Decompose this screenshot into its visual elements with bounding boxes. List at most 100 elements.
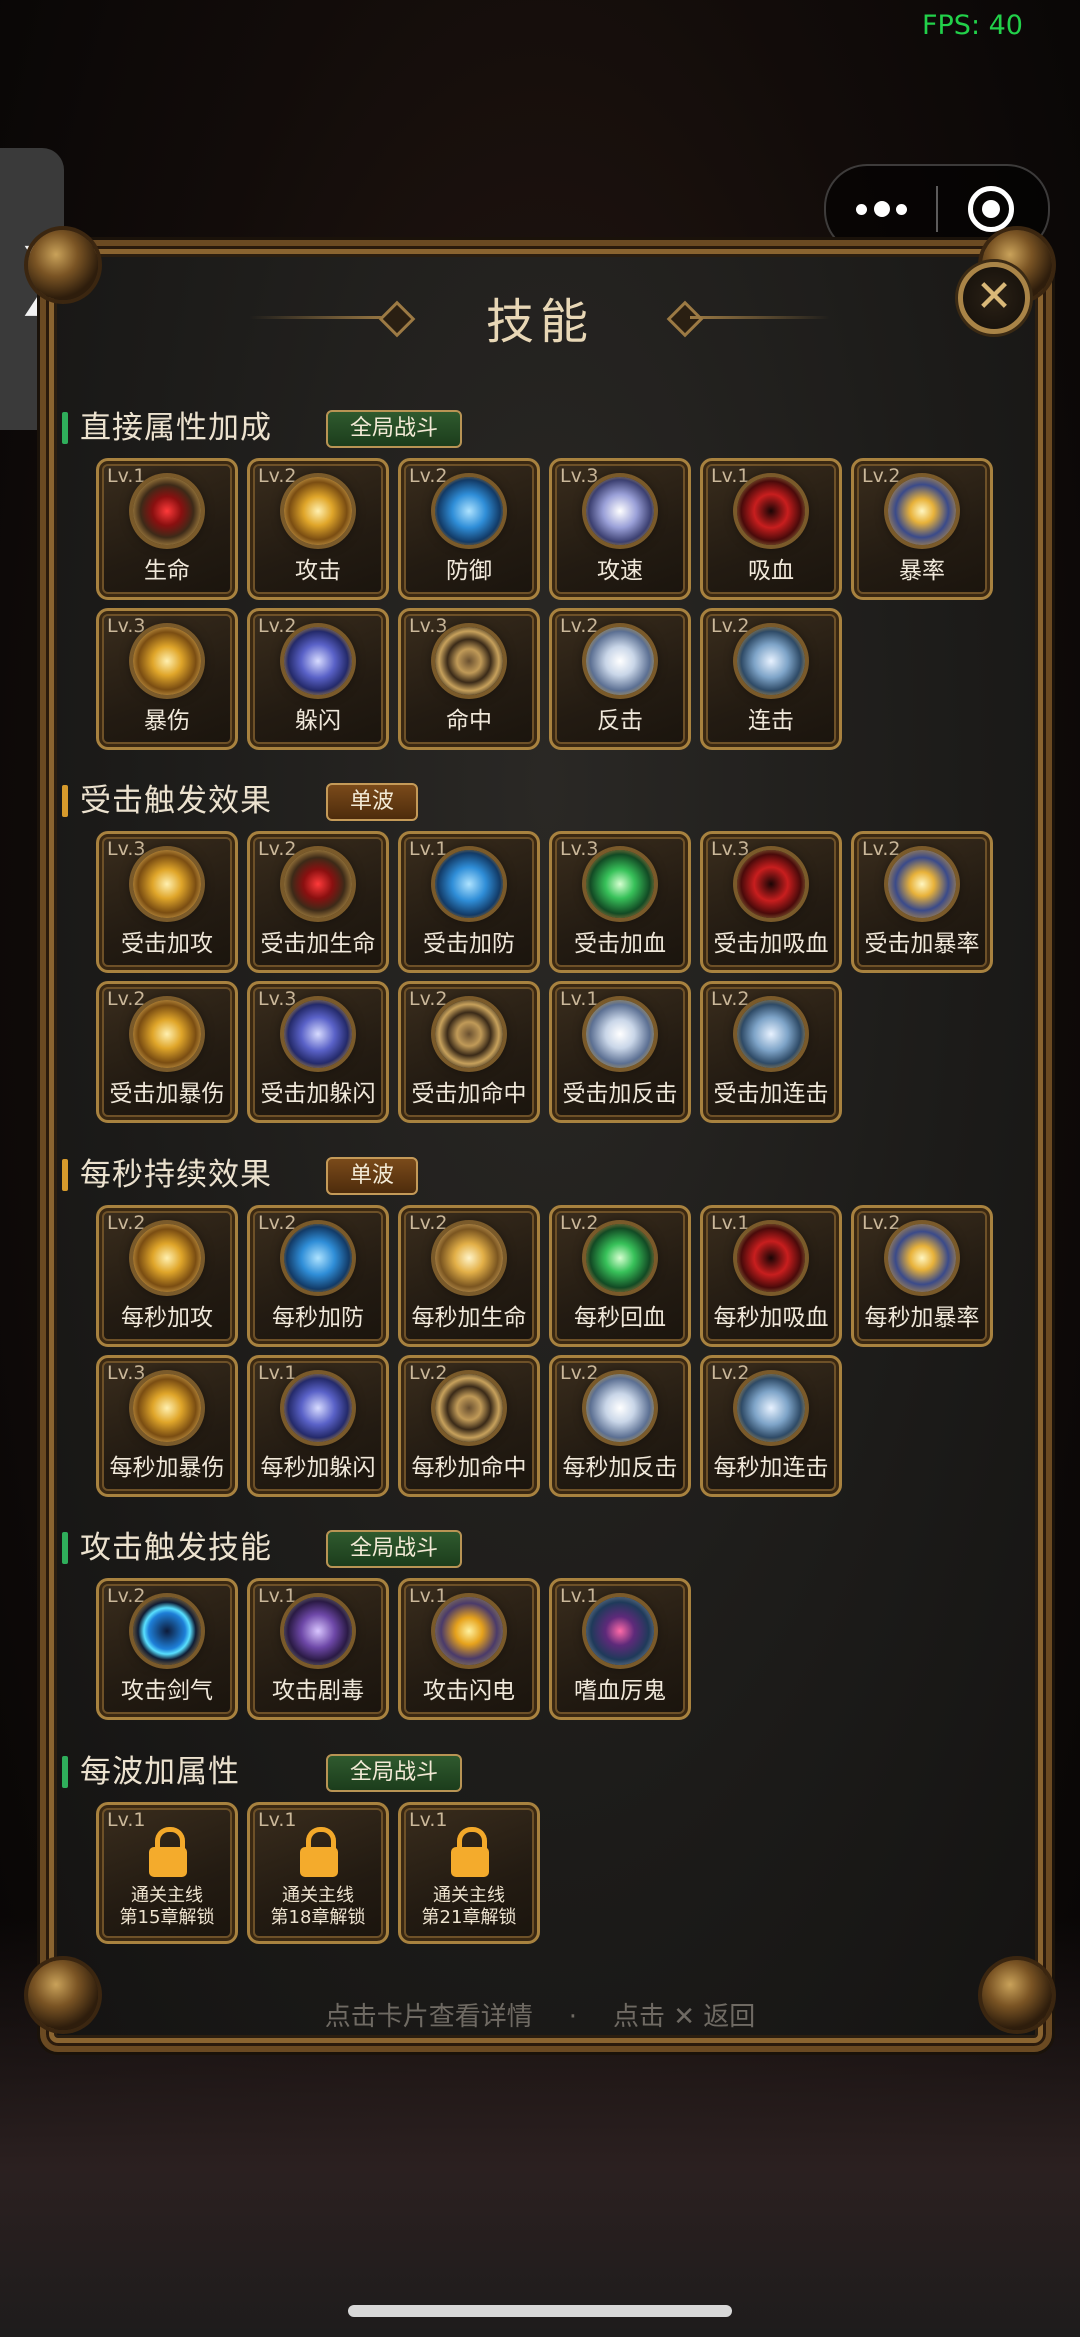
skill-icon — [586, 850, 654, 918]
skill-card[interactable]: Lv.1 受击加防 — [398, 831, 540, 973]
unlock-line-2: 第15章解锁 — [119, 1907, 215, 1928]
unlock-line-2: 第18章解锁 — [270, 1907, 366, 1928]
skill-icon — [284, 1597, 352, 1665]
skill-name: 攻击剧毒 — [272, 1678, 364, 1704]
skill-card[interactable]: Lv.1 攻击闪电 — [398, 1578, 540, 1720]
skill-card[interactable]: Lv.1 吸血 — [700, 458, 842, 600]
skill-icon — [435, 850, 503, 918]
skill-card[interactable]: Lv.2 反击 — [549, 608, 691, 750]
scope-badge: 全局战斗 — [326, 1530, 463, 1568]
skill-card[interactable]: Lv.1 生命 — [96, 458, 238, 600]
skill-level: Lv.3 — [560, 465, 599, 487]
skill-icon — [737, 477, 805, 545]
skill-card[interactable]: Lv.2 防御 — [398, 458, 540, 600]
section-title: 受击触发效果 — [80, 783, 272, 819]
lock-icon — [451, 1827, 489, 1877]
skill-name: 吸血 — [748, 558, 794, 584]
target-icon[interactable] — [968, 186, 1014, 232]
skill-card[interactable]: Lv.2 每秒加攻 — [96, 1205, 238, 1347]
locked-skill-card[interactable]: Lv.1 通关主线 第18章解锁 — [247, 1802, 389, 1944]
footer-separator: · — [568, 2002, 577, 2032]
skill-card[interactable]: Lv.2 每秒加暴率 — [851, 1205, 993, 1347]
unlock-condition: 通关主线 第21章解锁 — [401, 1885, 537, 1929]
skill-name: 受击加躲闪 — [260, 1081, 376, 1107]
skill-name: 受击加防 — [423, 931, 515, 957]
skill-card[interactable]: Lv.2 攻击 — [247, 458, 389, 600]
skill-level: Lv.3 — [409, 615, 448, 637]
skill-name: 躲闪 — [295, 708, 341, 734]
section-title: 直接属性加成 — [80, 410, 272, 446]
skill-name: 受击加血 — [574, 931, 666, 957]
scope-badge: 全局战斗 — [326, 1754, 463, 1792]
skill-icon — [133, 1374, 201, 1442]
capsule-divider — [936, 186, 938, 232]
skill-card[interactable]: Lv.1 每秒加吸血 — [700, 1205, 842, 1347]
skill-icon — [737, 1374, 805, 1442]
skill-name: 每秒加生命 — [411, 1305, 527, 1331]
skill-card[interactable]: Lv.2 受击加生命 — [247, 831, 389, 973]
skill-card[interactable]: Lv.3 攻速 — [549, 458, 691, 600]
skill-card[interactable]: Lv.2 攻击剑气 — [96, 1578, 238, 1720]
skill-level: Lv.3 — [560, 838, 599, 860]
skill-card[interactable]: Lv.2 每秒加连击 — [700, 1355, 842, 1497]
skill-icon — [284, 850, 352, 918]
scope-badge: 全局战斗 — [326, 410, 463, 448]
panel-title: 技能 — [485, 294, 594, 350]
skill-card[interactable]: Lv.1 受击加反击 — [549, 981, 691, 1123]
skill-icon — [435, 1000, 503, 1068]
skill-name: 嗜血厉鬼 — [574, 1678, 666, 1704]
skill-card[interactable]: Lv.2 每秒回血 — [549, 1205, 691, 1347]
skill-card[interactable]: Lv.3 受击加攻 — [96, 831, 238, 973]
skill-level: Lv.1 — [560, 988, 599, 1010]
skill-card[interactable]: Lv.1 嗜血厉鬼 — [549, 1578, 691, 1720]
skill-name: 受击加攻 — [121, 931, 213, 957]
skill-card[interactable]: Lv.1 攻击剧毒 — [247, 1578, 389, 1720]
skill-card[interactable]: Lv.2 连击 — [700, 608, 842, 750]
skill-card[interactable]: Lv.2 受击加命中 — [398, 981, 540, 1123]
locked-skill-card[interactable]: Lv.1 通关主线 第21章解锁 — [398, 1802, 540, 1944]
skill-card[interactable]: Lv.2 躲闪 — [247, 608, 389, 750]
skill-icon — [435, 1374, 503, 1442]
skill-card[interactable]: Lv.2 受击加暴伤 — [96, 981, 238, 1123]
skill-card[interactable]: Lv.1 每秒加躲闪 — [247, 1355, 389, 1497]
skill-level: Lv.3 — [107, 615, 146, 637]
section-accent-bar — [62, 1756, 68, 1788]
section-accent-bar — [62, 412, 68, 444]
skill-level: Lv.3 — [107, 838, 146, 860]
skill-name: 每秒加躲闪 — [260, 1455, 376, 1481]
unlock-condition: 通关主线 第18章解锁 — [250, 1885, 386, 1929]
unlock-line-1: 通关主线 — [282, 1885, 354, 1906]
close-icon: ✕ — [975, 271, 1013, 322]
skill-name: 受击加反击 — [562, 1081, 678, 1107]
skill-level: Lv.1 — [711, 1212, 750, 1234]
skill-name: 生命 — [144, 558, 190, 584]
skill-card[interactable]: Lv.3 受击加吸血 — [700, 831, 842, 973]
skill-card[interactable]: Lv.3 受击加躲闪 — [247, 981, 389, 1123]
unlock-line-1: 通关主线 — [433, 1885, 505, 1906]
locked-skill-card[interactable]: Lv.1 通关主线 第15章解锁 — [96, 1802, 238, 1944]
skill-icon — [133, 1597, 201, 1665]
skill-level: Lv.2 — [409, 1362, 448, 1384]
skill-icon — [435, 627, 503, 695]
close-button[interactable]: ✕ — [958, 262, 1030, 334]
skill-level: Lv.2 — [711, 615, 750, 637]
skill-card[interactable]: Lv.2 暴率 — [851, 458, 993, 600]
skill-icon — [737, 1224, 805, 1292]
skill-level: Lv.2 — [258, 465, 297, 487]
skill-card[interactable]: Lv.3 每秒加暴伤 — [96, 1355, 238, 1497]
skill-card[interactable]: Lv.3 暴伤 — [96, 608, 238, 750]
skill-level: Lv.1 — [107, 465, 146, 487]
skill-level: Lv.2 — [107, 1585, 146, 1607]
skill-card[interactable]: Lv.2 每秒加生命 — [398, 1205, 540, 1347]
skill-card[interactable]: Lv.2 受击加连击 — [700, 981, 842, 1123]
skill-card[interactable]: Lv.2 受击加暴率 — [851, 831, 993, 973]
skill-level: Lv.2 — [409, 988, 448, 1010]
footer-hint-cards: 点击卡片查看详情 — [324, 2002, 533, 2032]
skill-level: Lv.2 — [711, 1362, 750, 1384]
skill-card[interactable]: Lv.2 每秒加命中 — [398, 1355, 540, 1497]
skill-card[interactable]: Lv.3 命中 — [398, 608, 540, 750]
skill-card[interactable]: Lv.3 受击加血 — [549, 831, 691, 973]
home-indicator[interactable] — [348, 2305, 732, 2317]
skill-card[interactable]: Lv.2 每秒加防 — [247, 1205, 389, 1347]
skill-card[interactable]: Lv.2 每秒加反击 — [549, 1355, 691, 1497]
